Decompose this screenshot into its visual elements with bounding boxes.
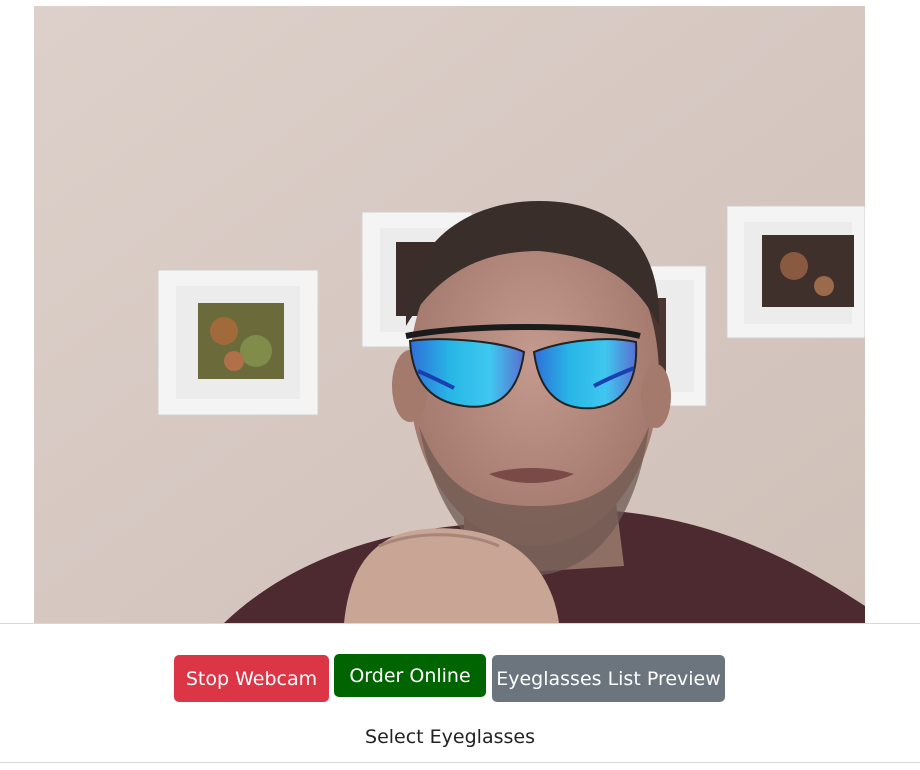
order-online-button[interactable]: Order Online xyxy=(334,654,486,697)
wall-frame-right xyxy=(726,205,865,339)
controls-bar: Stop Webcam Order Online Eyeglasses List… xyxy=(0,654,920,702)
eyeglasses-try-on-page: Stop Webcam Order Online Eyeglasses List… xyxy=(0,0,920,770)
webcam-video-feed xyxy=(34,6,865,623)
top-divider xyxy=(0,623,920,624)
eyeglasses-list-preview-button[interactable]: Eyeglasses List Preview xyxy=(492,655,725,702)
webcam-scene xyxy=(34,6,865,623)
select-eyeglasses-label: Select Eyeglasses xyxy=(365,726,535,748)
bottom-divider xyxy=(0,762,920,763)
stop-webcam-button[interactable]: Stop Webcam xyxy=(174,655,329,702)
wall-frame-left xyxy=(157,269,319,416)
